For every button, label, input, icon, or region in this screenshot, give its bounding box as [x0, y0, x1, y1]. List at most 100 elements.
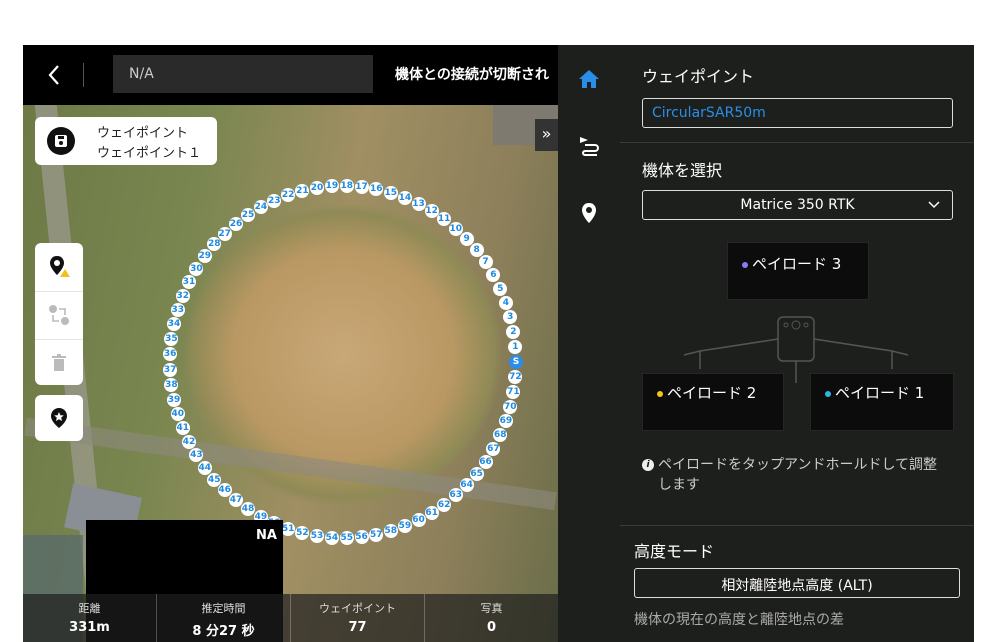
waypoint-marker[interactable]: 53: [310, 529, 325, 543]
stat-distance: 距離 331m: [23, 594, 157, 642]
waypoint-marker[interactable]: 40: [170, 407, 185, 422]
waypoint-marker[interactable]: 3: [503, 310, 518, 325]
stat-value: 331m: [69, 620, 110, 635]
waypoint-marker[interactable]: 45: [207, 472, 222, 487]
add-waypoint-button[interactable]: [35, 243, 83, 289]
waypoint-marker[interactable]: 9: [459, 231, 474, 246]
save-card-name: ウェイポイント１: [97, 146, 202, 161]
waypoint-marker[interactable]: 10: [448, 221, 463, 236]
waypoint-marker[interactable]: 60: [411, 513, 426, 528]
waypoint-marker[interactable]: 12: [424, 203, 439, 218]
waypoint-marker[interactable]: 25: [241, 207, 256, 222]
waypoint-marker[interactable]: 70: [503, 399, 518, 414]
waypoint-marker[interactable]: 66: [478, 454, 493, 469]
waypoint-marker[interactable]: 67: [486, 441, 501, 456]
waypoint-marker[interactable]: 65: [469, 466, 484, 481]
waypoint-start-marker[interactable]: S: [509, 355, 523, 369]
waypoint-marker[interactable]: 27: [217, 226, 232, 241]
waypoint-marker[interactable]: 20: [310, 180, 325, 195]
altitude-mode-value: 相対離陸地点高度 (ALT): [721, 578, 873, 594]
waypoint-marker[interactable]: 24: [253, 200, 268, 215]
waypoint-marker[interactable]: 47: [228, 493, 243, 508]
stat-label: 推定時間: [201, 602, 246, 615]
waypoint-marker[interactable]: 14: [397, 190, 412, 205]
waypoint-marker[interactable]: 38: [164, 377, 179, 392]
waypoint-marker[interactable]: 5: [493, 281, 508, 296]
waypoint-marker[interactable]: 57: [369, 527, 384, 542]
waypoint-marker[interactable]: 51: [281, 521, 296, 536]
waypoint-marker[interactable]: 72: [508, 370, 523, 385]
back-button[interactable]: [43, 63, 67, 87]
waypoint-marker[interactable]: 33: [170, 302, 185, 317]
waypoint-marker[interactable]: 16: [369, 182, 384, 197]
stat-value: 0: [486, 620, 497, 635]
delete-button[interactable]: [35, 339, 83, 386]
route-icon: [580, 137, 599, 156]
waypoint-marker[interactable]: 23: [267, 193, 282, 208]
waypoint-marker[interactable]: 22: [281, 188, 296, 203]
waypoint-marker[interactable]: 21: [295, 183, 310, 198]
waypoint-marker[interactable]: 54: [324, 530, 339, 545]
waypoint-marker[interactable]: 68: [493, 428, 508, 443]
waypoint-marker[interactable]: 26: [228, 216, 243, 231]
mission-name-field[interactable]: N/A: [113, 55, 373, 93]
waypoint-marker[interactable]: 28: [207, 237, 222, 252]
nav-home[interactable]: [577, 67, 601, 91]
waypoint-marker[interactable]: 8: [469, 243, 484, 258]
waypoint-marker[interactable]: 15: [383, 185, 398, 200]
waypoint-marker[interactable]: 32: [175, 288, 190, 303]
waypoint-marker[interactable]: 48: [241, 502, 256, 517]
payload-2-slot[interactable]: ペイロード 2: [642, 373, 784, 431]
save-card[interactable]: ウェイポイント ウェイポイント１: [35, 117, 217, 165]
waypoint-marker[interactable]: 71: [506, 385, 521, 400]
payload-hint: i ペイロードをタップアンドホールドして調整します: [642, 455, 942, 495]
waypoint-marker[interactable]: 7: [478, 255, 493, 270]
waypoint-marker[interactable]: 56: [354, 529, 369, 544]
mission-name-input[interactable]: CircularSAR50m: [642, 98, 953, 128]
aircraft-select[interactable]: Matrice 350 RTK: [642, 190, 953, 220]
reverse-route-button[interactable]: [35, 291, 83, 338]
waypoint-marker[interactable]: 69: [498, 414, 513, 429]
waypoint-marker[interactable]: 61: [424, 506, 439, 521]
waypoint-marker[interactable]: 37: [163, 362, 178, 377]
waypoint-marker[interactable]: 46: [217, 483, 232, 498]
waypoint-marker[interactable]: 44: [197, 460, 212, 475]
mission-name-value: CircularSAR50m: [652, 105, 766, 121]
stat-waypoints: ウェイポイント 77: [291, 594, 425, 642]
waypoint-marker[interactable]: 19: [324, 179, 339, 194]
payload-dot: [657, 390, 663, 397]
waypoint-marker[interactable]: 59: [397, 519, 412, 534]
waypoint-marker[interactable]: 29: [197, 249, 212, 264]
waypoint-marker[interactable]: 31: [182, 274, 197, 289]
payload-1-label: ペイロード 1: [825, 382, 924, 403]
waypoint-marker[interactable]: 30: [189, 261, 204, 276]
waypoint-marker[interactable]: 52: [295, 526, 310, 541]
payload-1-slot[interactable]: ペイロード 1: [810, 373, 954, 431]
waypoint-marker[interactable]: 39: [166, 392, 181, 407]
waypoint-marker[interactable]: 4: [498, 295, 513, 310]
save-icon[interactable]: [47, 127, 75, 155]
expand-button[interactable]: »: [535, 119, 558, 151]
pin-star-icon: [51, 408, 67, 428]
poi-button[interactable]: [35, 395, 83, 441]
waypoint-marker[interactable]: 34: [166, 317, 181, 332]
waypoint-marker[interactable]: 35: [164, 332, 179, 347]
waypoint-marker[interactable]: 11: [437, 212, 452, 227]
waypoint-marker[interactable]: 1: [508, 339, 523, 354]
altitude-mode-button[interactable]: 相対離陸地点高度 (ALT): [634, 568, 960, 598]
waypoint-marker[interactable]: 13: [411, 196, 426, 211]
waypoint-marker[interactable]: 36: [163, 347, 178, 362]
stat-label: ウェイポイント: [319, 602, 396, 615]
waypoint-marker[interactable]: 62: [437, 497, 452, 512]
nav-location[interactable]: [577, 201, 601, 225]
waypoint-marker[interactable]: 2: [506, 324, 521, 339]
nav-route[interactable]: [577, 133, 601, 157]
waypoint-marker[interactable]: 41: [175, 421, 190, 436]
waypoint-marker[interactable]: 55: [339, 530, 354, 545]
waypoint-marker[interactable]: 18: [339, 179, 354, 194]
waypoint-marker[interactable]: 6: [486, 268, 501, 283]
waypoint-marker[interactable]: 58: [383, 524, 398, 539]
divider: [620, 142, 974, 143]
waypoint-marker[interactable]: 17: [354, 180, 369, 195]
payload-3-slot[interactable]: ペイロード 3: [727, 242, 869, 300]
